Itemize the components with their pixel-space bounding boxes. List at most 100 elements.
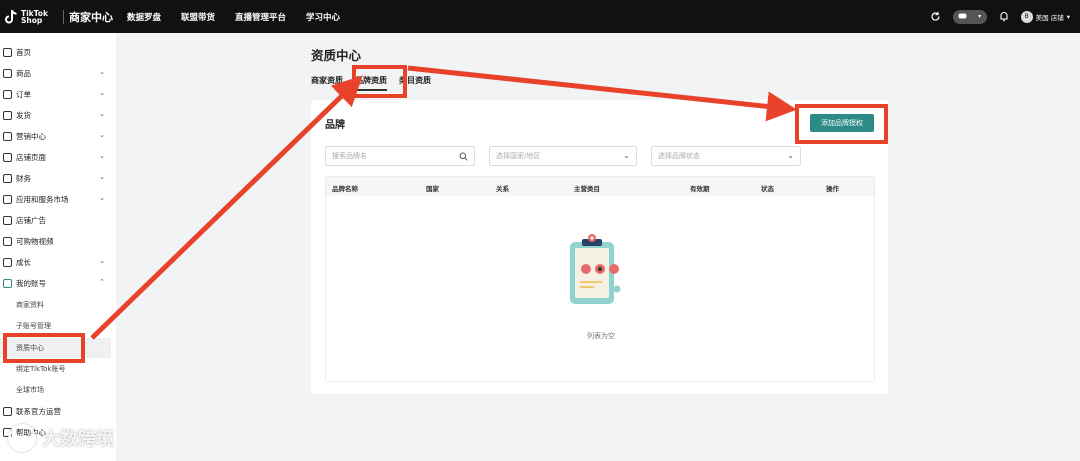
chevron-down-icon: ⌄: [99, 68, 105, 76]
home-icon: [3, 47, 12, 57]
shipping-icon: [3, 110, 12, 120]
sidebar-item-home[interactable]: 首页: [0, 42, 111, 62]
sidebar-item-label: 成长: [16, 257, 31, 267]
sidebar-item-finance[interactable]: 财务 ⌄: [0, 168, 111, 188]
col-brand-name: 品牌名称: [332, 185, 358, 193]
col-main-category: 主营类目: [574, 185, 600, 193]
watermark-text: 大数跨境: [42, 429, 114, 450]
sidebar-item-label: 发货: [16, 110, 31, 120]
brand-table: 品牌名称 国家 关系 主营类目 有效期 状态 操作 列表为空: [325, 176, 875, 382]
country-select[interactable]: 选择国家/地区 ⌄: [489, 146, 637, 166]
brand-card: 品牌 添加品牌授权 搜索品牌名 选择国家/地区 ⌄ 选择品牌状态 ⌄ 品牌名称 …: [311, 100, 888, 394]
sidebar-item-label: 店铺页面: [16, 152, 46, 162]
chevron-down-icon: ▾: [1066, 12, 1070, 21]
order-icon: [3, 89, 12, 99]
sidebar-item-my-account[interactable]: 我的账号 ⌃: [0, 273, 111, 293]
chevron-down-icon: ⌄: [99, 257, 105, 265]
sidebar-item-apps[interactable]: 应用和服务市场 ⌄: [0, 189, 111, 209]
col-actions: 操作: [826, 185, 839, 193]
header-divider: [63, 9, 64, 24]
sidebar-item-contact-ops[interactable]: 联系官方运营: [0, 401, 111, 421]
sidebar-item-label: 订单: [16, 89, 31, 99]
sidebar-item-shoppable-video[interactable]: 可购物视频: [0, 231, 111, 251]
chevron-down-icon: ⌄: [623, 151, 630, 160]
sidebar-sub-global-market[interactable]: 全球市场: [0, 380, 111, 400]
tab-category-qualification[interactable]: 类目资质: [399, 75, 431, 91]
watermark: 大数跨境: [8, 424, 114, 452]
watermark-logo-icon: [8, 424, 36, 452]
chevron-down-icon: ⌄: [99, 152, 105, 160]
ads-icon: [3, 215, 12, 225]
nav-live-platform[interactable]: 直播管理平台: [235, 11, 286, 23]
col-validity: 有效期: [690, 185, 710, 193]
account-icon: [3, 278, 12, 288]
brand-search-input[interactable]: 搜索品牌名: [325, 146, 475, 166]
tiktok-shop-logo[interactable]: TikTok Shop: [0, 9, 58, 25]
sidebar-sub-subaccounts[interactable]: 子账号管理: [0, 316, 111, 336]
tab-merchant-qualification[interactable]: 商家资质: [311, 75, 343, 91]
finance-icon: [3, 173, 12, 183]
sidebar-item-growth[interactable]: 成长 ⌄: [0, 252, 111, 272]
country-placeholder: 选择国家/地区: [496, 152, 541, 160]
top-nav: 数据罗盘 联盟带货 直播管理平台 学习中心: [127, 11, 340, 23]
col-relationship: 关系: [496, 185, 509, 193]
chevron-down-icon: ⌄: [99, 131, 105, 139]
sidebar-sub-merchant-info[interactable]: 商家资料: [0, 295, 111, 315]
qualification-tabs: 商家资质 品牌资质 类目资质: [311, 75, 431, 91]
nav-data-compass[interactable]: 数据罗盘: [127, 11, 161, 23]
shop-label: 美国 店铺: [1035, 13, 1064, 22]
tab-brand-qualification[interactable]: 品牌资质: [355, 75, 387, 91]
sidebar-item-marketing[interactable]: 营销中心 ⌄: [0, 126, 111, 146]
search-placeholder: 搜索品牌名: [332, 152, 367, 160]
shop-switcher[interactable]: B 美国 店铺 ▾: [1020, 10, 1070, 23]
empty-state-text: 列表为空: [587, 332, 615, 340]
sidebar-item-label: 财务: [16, 173, 31, 183]
nav-learning-center[interactable]: 学习中心: [306, 11, 340, 23]
chevron-down-icon: ▾: [978, 13, 982, 20]
empty-clipboard-icon: [570, 234, 621, 304]
video-icon: [3, 236, 12, 246]
sidebar-item-label: 可购物视频: [16, 236, 54, 246]
sidebar: 首页 商品 ⌄ 订单 ⌄ 发货 ⌄ 营销中心 ⌄ 店铺页面 ⌄ 财务 ⌄ 应用和服务市场 ⌄ …: [0, 33, 116, 461]
contact-icon: [3, 406, 12, 416]
sidebar-item-orders[interactable]: 订单 ⌄: [0, 84, 111, 104]
sidebar-sub-qualification-center[interactable]: 资质中心: [0, 338, 111, 358]
sidebar-item-label: 商品: [16, 68, 31, 78]
page-title: 资质中心: [311, 48, 362, 63]
sidebar-sub-bind-tiktok[interactable]: 绑定TikTok账号: [0, 359, 111, 379]
sidebar-item-label: 营销中心: [16, 131, 46, 141]
sidebar-item-label: 店铺广告: [16, 215, 46, 225]
chevron-down-icon: ⌄: [99, 194, 105, 202]
refresh-icon[interactable]: [930, 11, 941, 22]
app-title: 商家中心: [69, 10, 113, 24]
sidebar-item-label: 首页: [16, 47, 31, 57]
sidebar-item-products[interactable]: 商品 ⌄: [0, 63, 111, 83]
chevron-down-icon: ⌄: [99, 110, 105, 118]
table-header: 品牌名称 国家 关系 主营类目 有效期 状态 操作: [326, 177, 874, 196]
col-status: 状态: [761, 185, 774, 193]
col-country: 国家: [426, 185, 439, 193]
avatar: B: [1020, 10, 1033, 23]
growth-icon: [3, 257, 12, 267]
product-icon: [3, 68, 12, 78]
chevron-down-icon: ⌄: [787, 151, 794, 160]
add-brand-authorization-button[interactable]: 添加品牌授权: [810, 114, 874, 132]
tiktok-icon: [5, 9, 17, 23]
brand-status-select[interactable]: 选择品牌状态 ⌄: [651, 146, 801, 166]
chat-icon: [958, 13, 967, 19]
top-bar: TikTok Shop 商家中心 数据罗盘 联盟带货 直播管理平台 学习中心 ▾…: [0, 0, 1080, 33]
top-right-tools: ▾ B 美国 店铺 ▾: [930, 0, 1070, 33]
sidebar-item-shipping[interactable]: 发货 ⌄: [0, 105, 111, 125]
sidebar-item-ads[interactable]: 店铺广告: [0, 210, 111, 230]
message-toggle[interactable]: ▾: [952, 9, 987, 24]
chevron-down-icon: ⌄: [99, 89, 105, 97]
nav-affiliate[interactable]: 联盟带货: [181, 11, 215, 23]
card-title: 品牌: [325, 120, 345, 131]
sidebar-item-store-page[interactable]: 店铺页面 ⌄: [0, 147, 111, 167]
chevron-down-icon: ⌄: [99, 173, 105, 181]
store-icon: [3, 152, 12, 162]
search-icon: [459, 152, 468, 161]
status-placeholder: 选择品牌状态: [658, 152, 700, 160]
chevron-up-icon: ⌃: [99, 278, 105, 286]
bell-icon[interactable]: [999, 11, 1009, 22]
